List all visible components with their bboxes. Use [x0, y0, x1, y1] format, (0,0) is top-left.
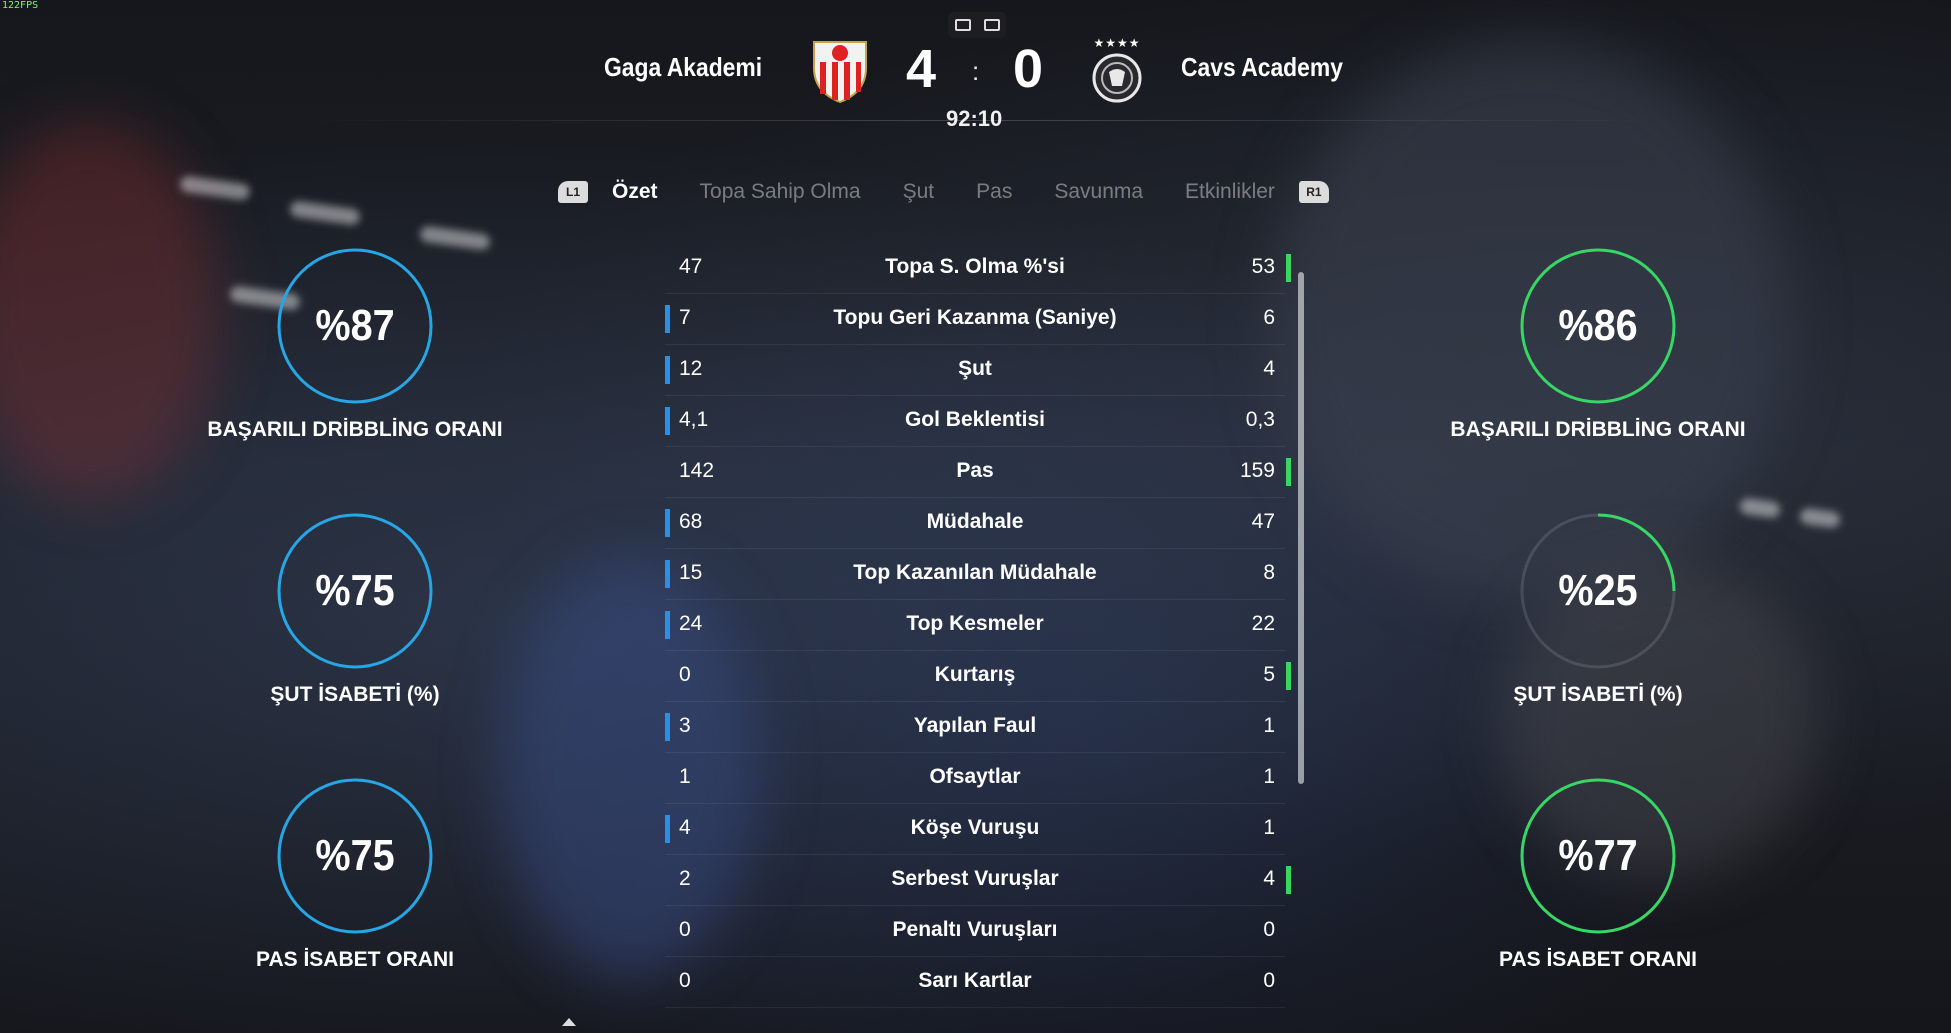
stat-name: Top Kesmeler: [906, 612, 1044, 635]
home-dribbling-label: BAŞARILI DRİBBLİNG ORANI: [207, 418, 503, 441]
stat-row[interactable]: 142 Pas 159: [665, 447, 1291, 498]
stat-away-value: 5: [1263, 663, 1275, 686]
tab-savunma[interactable]: Savunma: [1054, 180, 1143, 204]
stat-row[interactable]: 0 Penaltı Vuruşları 0: [665, 906, 1285, 957]
stat-name: Top Kazanılan Müdahale: [853, 561, 1097, 584]
away-dribbling-gauge: %86 BAŞARILI DRİBBLİNG ORANI: [1438, 246, 1758, 442]
stat-away-value: 47: [1251, 510, 1275, 533]
stat-row[interactable]: 7 Topu Geri Kazanma (Saniye) 6: [665, 294, 1285, 345]
stat-row[interactable]: 1 Ofsaytlar 1: [665, 753, 1285, 804]
score-separator: :: [972, 56, 980, 86]
stat-row[interactable]: 24 Top Kesmeler 22: [665, 600, 1285, 651]
stats-table[interactable]: 47 Topa S. Olma %'si 53 7 Topu Geri Kazanma …: [665, 243, 1291, 1008]
away-shot-accuracy-label: ŞUT İSABETİ (%): [1513, 683, 1683, 706]
away-leader-bar: [1286, 866, 1291, 894]
stat-name: Gol Beklentisi: [904, 408, 1046, 431]
stats-scrollbar[interactable]: [1298, 272, 1304, 784]
stat-name: Köşe Vuruşu: [910, 816, 1040, 839]
stat-away-value: 53: [1251, 255, 1275, 278]
scroll-up-arrow-icon[interactable]: [562, 1018, 576, 1026]
stat-name: Müdahale: [926, 510, 1024, 533]
away-leader-bar: [1286, 458, 1291, 486]
home-shot-accuracy-value: %75: [315, 566, 395, 615]
stat-away-value: 4: [1263, 357, 1275, 380]
stat-name: Sarı Kartlar: [918, 969, 1032, 992]
stat-away-value: 159: [1239, 459, 1275, 482]
stat-away-value: 8: [1263, 561, 1275, 584]
stat-name: Pas: [956, 459, 994, 482]
tab-etkinlikler[interactable]: Etkinlikler: [1185, 180, 1275, 204]
away-score: 0: [1013, 39, 1044, 99]
away-stars: ★★★★: [1093, 36, 1141, 50]
stat-away-value: 0: [1263, 918, 1275, 941]
stat-row[interactable]: 4,1 Gol Beklentisi 0,3: [665, 396, 1285, 447]
away-dribbling-value: %86: [1558, 301, 1638, 350]
away-team-name: Cavs Academy: [1181, 52, 1343, 82]
stat-name: Kurtarış: [934, 663, 1016, 686]
stat-row[interactable]: 12 Şut 4: [665, 345, 1285, 396]
stats-tabs: L1 Özet Topa Sahip Olma Şut Pas Savunma …: [558, 180, 1329, 204]
sevilla-crest-icon: [813, 41, 867, 104]
tab-pas[interactable]: Pas: [976, 180, 1012, 204]
r1-bumper-icon[interactable]: R1: [1298, 181, 1329, 203]
away-pass-accuracy-gauge: %77 PAS İSABET ORANI: [1438, 776, 1758, 972]
replay-icon[interactable]: [983, 19, 1000, 31]
stat-row[interactable]: 2 Serbest Vuruşlar 4: [665, 855, 1291, 906]
stat-row[interactable]: 0 Kurtarış 5: [665, 651, 1291, 702]
stat-row[interactable]: 4 Köşe Vuruşu 1: [665, 804, 1285, 855]
stat-row[interactable]: 3 Yapılan Faul 1: [665, 702, 1285, 753]
fps-counter: 122FPS: [2, 0, 39, 11]
home-dribbling-value: %87: [315, 301, 395, 350]
tab-topa-sahip-olma[interactable]: Topa Sahip Olma: [700, 180, 861, 204]
germany-crest-icon: [1092, 53, 1142, 103]
stat-name: Topu Geri Kazanma (Saniye): [833, 306, 1117, 329]
match-clock: 92:10: [946, 106, 1003, 131]
away-shot-accuracy-value: %25: [1558, 566, 1638, 615]
home-pass-accuracy-value: %75: [315, 831, 395, 880]
home-pass-accuracy-label: PAS İSABET ORANI: [256, 948, 454, 971]
stat-away-value: 1: [1263, 765, 1275, 788]
home-dribbling-gauge: %87 BAŞARILI DRİBBLİNG ORANI: [195, 246, 515, 442]
stat-away-value: 22: [1251, 612, 1275, 635]
stat-row[interactable]: 47 Topa S. Olma %'si 53: [665, 243, 1291, 294]
header-divider: [290, 120, 1660, 121]
view-controls[interactable]: [948, 12, 1006, 38]
stat-name: Penaltı Vuruşları: [892, 918, 1058, 941]
away-pass-accuracy-label: PAS İSABET ORANI: [1499, 948, 1697, 971]
stat-name: Serbest Vuruşlar: [891, 867, 1059, 890]
stat-row[interactable]: 15 Top Kazanılan Müdahale 8: [665, 549, 1285, 600]
stat-row[interactable]: 68 Müdahale 47: [665, 498, 1285, 549]
stat-row[interactable]: 0 Sarı Kartlar 0: [665, 957, 1285, 1008]
home-team-name: Gaga Akademi: [604, 52, 763, 82]
away-dribbling-label: BAŞARILI DRİBBLİNG ORANI: [1450, 418, 1746, 441]
stat-away-value: 4: [1263, 867, 1275, 890]
stat-name: Topa S. Olma %'si: [885, 255, 1065, 278]
camera-toggle-icon[interactable]: [954, 19, 971, 31]
home-pass-accuracy-gauge: %75 PAS İSABET ORANI: [195, 776, 515, 972]
stat-name: Yapılan Faul: [913, 714, 1037, 737]
stat-name: Şut: [958, 357, 992, 380]
home-shot-accuracy-gauge: %75 ŞUT İSABETİ (%): [195, 511, 515, 707]
stat-away-value: 1: [1263, 714, 1275, 737]
away-leader-bar: [1286, 662, 1291, 690]
stat-away-value: 1: [1263, 816, 1275, 839]
stat-name: Ofsaytlar: [929, 765, 1021, 788]
stat-away-value: 6: [1263, 306, 1275, 329]
home-score: 4: [906, 39, 937, 99]
away-pass-accuracy-value: %77: [1558, 831, 1638, 880]
stat-away-value: 0,3: [1245, 408, 1275, 431]
away-leader-bar: [1286, 254, 1291, 282]
tab-ozet[interactable]: Özet: [612, 180, 658, 204]
stat-away-value: 0: [1263, 969, 1275, 992]
away-shot-accuracy-gauge: %25 ŞUT İSABETİ (%): [1438, 511, 1758, 707]
home-shot-accuracy-label: ŞUT İSABETİ (%): [270, 683, 440, 706]
tab-sut[interactable]: Şut: [903, 180, 935, 204]
l1-bumper-icon[interactable]: L1: [558, 181, 588, 203]
